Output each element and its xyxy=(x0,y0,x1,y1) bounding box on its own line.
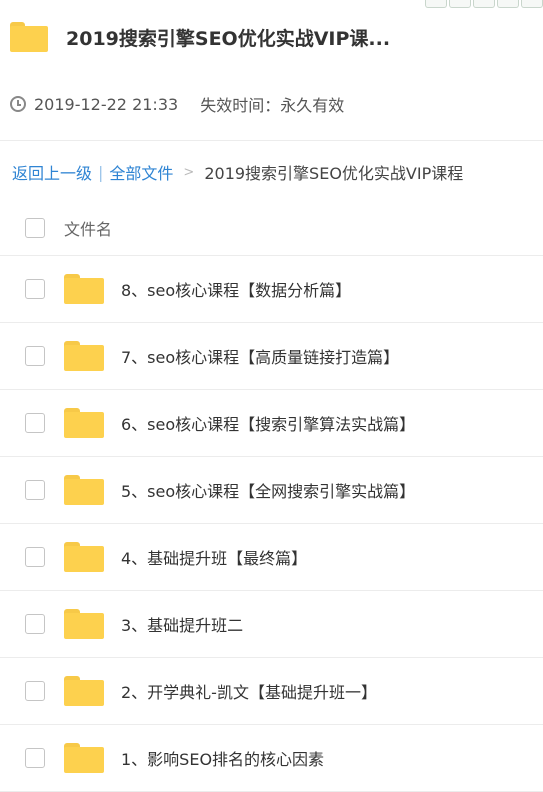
breadcrumb-arrow-icon: > xyxy=(183,164,195,180)
folder-icon xyxy=(64,609,104,639)
select-all-checkbox[interactable] xyxy=(25,217,45,238)
folder-icon xyxy=(64,274,104,304)
back-link[interactable]: 返回上一级 xyxy=(12,160,92,184)
toolbar-icon[interactable] xyxy=(425,0,447,8)
file-row[interactable]: 2、开学典礼-凯文【基础提升班一】 xyxy=(0,658,543,725)
share-header: 2019搜索引擎SEO优化实战VIP课... xyxy=(10,18,533,56)
file-row[interactable]: 8、seo核心课程【数据分析篇】 xyxy=(0,256,543,323)
file-name[interactable]: 7、seo核心课程【高质量链接打造篇】 xyxy=(121,344,399,368)
toolbar-icon[interactable] xyxy=(497,0,519,8)
toolbar-icon[interactable] xyxy=(521,0,543,8)
file-row[interactable]: 7、seo核心课程【高质量链接打造篇】 xyxy=(0,323,543,390)
folder-icon xyxy=(64,408,104,438)
divider xyxy=(0,140,543,141)
share-meta: 2019-12-22 21:33 失效时间：永久有效 xyxy=(10,92,344,116)
breadcrumb-separator: | xyxy=(98,162,104,182)
all-files-link[interactable]: 全部文件 xyxy=(109,160,173,184)
row-checkbox[interactable] xyxy=(25,681,45,701)
row-checkbox[interactable] xyxy=(25,413,45,433)
folder-icon xyxy=(64,676,104,706)
window-toolbar xyxy=(425,0,543,8)
folder-icon xyxy=(10,22,48,52)
row-checkbox[interactable] xyxy=(25,346,45,366)
file-row[interactable]: 6、seo核心课程【搜索引擎算法实战篇】 xyxy=(0,390,543,457)
toolbar-icon[interactable] xyxy=(473,0,495,8)
column-header-filename: 文件名 xyxy=(64,219,113,239)
breadcrumb: 返回上一级 | 全部文件 > 2019搜索引擎SEO优化实战VIP课程 xyxy=(12,160,463,184)
file-list: 文件名 8、seo核心课程【数据分析篇】 7、seo核心课程【高质量链接打造篇】… xyxy=(0,200,543,792)
share-date: 2019-12-22 21:33 xyxy=(34,94,179,114)
row-checkbox[interactable] xyxy=(25,279,45,299)
file-name[interactable]: 5、seo核心课程【全网搜索引擎实战篇】 xyxy=(121,478,415,502)
row-checkbox[interactable] xyxy=(25,547,45,567)
file-row[interactable]: 1、影响SEO排名的核心因素 xyxy=(0,725,543,792)
folder-icon xyxy=(64,542,104,572)
breadcrumb-current: 2019搜索引擎SEO优化实战VIP课程 xyxy=(204,164,464,183)
file-list-header: 文件名 xyxy=(0,200,543,256)
file-name[interactable]: 8、seo核心课程【数据分析篇】 xyxy=(121,277,351,301)
file-row[interactable]: 4、基础提升班【最终篇】 xyxy=(0,524,543,591)
file-name[interactable]: 1、影响SEO排名的核心因素 xyxy=(121,746,324,770)
folder-icon xyxy=(64,475,104,505)
toolbar-icon[interactable] xyxy=(449,0,471,8)
file-name[interactable]: 4、基础提升班【最终篇】 xyxy=(121,545,307,569)
clock-icon xyxy=(10,96,26,112)
expire-time: 失效时间：永久有效 xyxy=(200,96,345,115)
file-name[interactable]: 2、开学典礼-凯文【基础提升班一】 xyxy=(121,679,377,703)
file-name[interactable]: 3、基础提升班二 xyxy=(121,612,243,636)
folder-icon xyxy=(64,743,104,773)
file-row[interactable]: 5、seo核心课程【全网搜索引擎实战篇】 xyxy=(0,457,543,524)
row-checkbox[interactable] xyxy=(25,748,45,768)
row-checkbox[interactable] xyxy=(25,614,45,634)
row-checkbox[interactable] xyxy=(25,480,45,500)
page-title: 2019搜索引擎SEO优化实战VIP课... xyxy=(66,27,391,50)
file-row[interactable]: 3、基础提升班二 xyxy=(0,591,543,658)
folder-icon xyxy=(64,341,104,371)
file-name[interactable]: 6、seo核心课程【搜索引擎算法实战篇】 xyxy=(121,411,415,435)
